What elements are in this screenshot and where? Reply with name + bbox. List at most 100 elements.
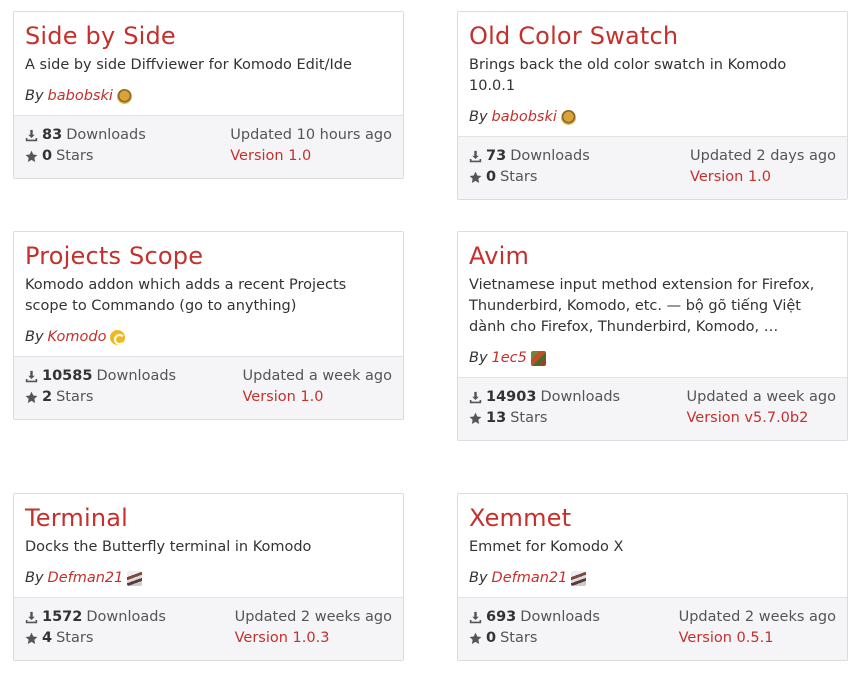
addon-meta: Updated 2 weeks ago Version 0.5.1 xyxy=(679,607,836,649)
stars-stat: 2 Stars xyxy=(25,387,176,408)
addon-meta: Updated 10 hours ago Version 1.0 xyxy=(230,125,392,167)
addon-card-old-color-swatch: Old Color Swatch Brings back the old col… xyxy=(457,11,848,200)
version-link[interactable]: Version 0.5.1 xyxy=(679,628,836,649)
addon-author: By Komodo xyxy=(25,326,392,348)
addon-author: By babobski xyxy=(469,106,836,128)
stars-stat: 0 Stars xyxy=(25,146,146,167)
author-avatar-icon[interactable] xyxy=(571,570,587,586)
addon-title-link[interactable]: Xemmet xyxy=(469,502,571,534)
author-link[interactable]: babobski xyxy=(492,109,557,125)
addon-author: By babobski xyxy=(25,85,392,107)
addon-meta: Updated a week ago Version v5.7.0b2 xyxy=(687,387,837,429)
author-link[interactable]: Defman21 xyxy=(492,570,568,586)
author-link[interactable]: 1ec5 xyxy=(492,350,527,366)
addon-title-link[interactable]: Terminal xyxy=(25,502,128,534)
addon-card-projects-scope: Projects Scope Komodo addon which adds a… xyxy=(13,231,404,420)
author-link[interactable]: Komodo xyxy=(48,329,107,345)
stars-stat: 13 Stars xyxy=(469,408,620,429)
card-footer: 693 Downloads 0 Stars Updated 2 weeks ag… xyxy=(458,597,847,660)
download-icon xyxy=(25,370,38,383)
addon-description: Brings back the old color swatch in Komo… xyxy=(469,57,787,94)
addon-description: Vietnamese input method extension for Fi… xyxy=(469,277,815,335)
by-label: By xyxy=(25,88,44,104)
card-body: Terminal Docks the Butterfly terminal in… xyxy=(14,494,403,597)
stars-count: 2 xyxy=(42,389,53,405)
star-icon xyxy=(469,171,482,183)
downloads-stat: 10585 Downloads xyxy=(25,366,176,387)
addon-stats: 10585 Downloads 2 Stars xyxy=(25,366,176,408)
addon-description: Docks the Butterfly terminal in Komodo xyxy=(25,539,312,555)
stars-label: Stars xyxy=(500,630,538,646)
card-footer: 73 Downloads 0 Stars Updated 2 days ago … xyxy=(458,136,847,199)
card-body: Old Color Swatch Brings back the old col… xyxy=(458,12,847,136)
addon-card-side-by-side: Side by Side A side by side Diffviewer f… xyxy=(13,11,404,179)
author-link[interactable]: Defman21 xyxy=(48,570,124,586)
addon-stats: 693 Downloads 0 Stars xyxy=(469,607,600,649)
addon-description: Komodo addon which adds a recent Project… xyxy=(25,277,347,314)
addon-title-link[interactable]: Projects Scope xyxy=(25,240,203,272)
card-footer: 10585 Downloads 2 Stars Updated a week a… xyxy=(14,356,403,419)
version-link[interactable]: Version 1.0 xyxy=(243,387,393,408)
stars-label: Stars xyxy=(56,630,94,646)
author-avatar-icon[interactable] xyxy=(116,88,132,104)
version-link[interactable]: Version 1.0 xyxy=(230,146,392,167)
author-avatar-icon[interactable] xyxy=(530,350,546,366)
updated-text: Updated 2 weeks ago xyxy=(234,609,392,625)
addon-author: By Defman21 xyxy=(469,567,836,589)
card-body: Xemmet Emmet for Komodo X By Defman21 xyxy=(458,494,847,597)
version-link[interactable]: Version 1.0.3 xyxy=(235,628,392,649)
addon-author: By Defman21 xyxy=(25,567,392,589)
card-footer: 14903 Downloads 13 Stars Updated a week … xyxy=(458,377,847,440)
downloads-label: Downloads xyxy=(520,609,600,625)
addon-title-link[interactable]: Old Color Swatch xyxy=(469,20,678,52)
addon-stats: 73 Downloads 0 Stars xyxy=(469,146,590,188)
addon-stats: 83 Downloads 0 Stars xyxy=(25,125,146,167)
addon-description: A side by side Diffviewer for Komodo Edi… xyxy=(25,57,352,73)
version-link[interactable]: Version v5.7.0b2 xyxy=(687,408,837,429)
stars-count: 13 xyxy=(486,410,507,426)
by-label: By xyxy=(469,350,488,366)
addon-description: Emmet for Komodo X xyxy=(469,539,624,555)
download-icon xyxy=(469,150,482,163)
version-link[interactable]: Version 1.0 xyxy=(690,167,836,188)
stars-label: Stars xyxy=(56,389,94,405)
downloads-count: 10585 xyxy=(42,368,93,384)
download-icon xyxy=(469,611,482,624)
by-label: By xyxy=(25,329,44,345)
star-icon xyxy=(469,632,482,644)
stars-stat: 0 Stars xyxy=(469,167,590,188)
stars-label: Stars xyxy=(56,148,94,164)
by-label: By xyxy=(25,570,44,586)
author-link[interactable]: babobski xyxy=(48,88,113,104)
addon-stats: 1572 Downloads 4 Stars xyxy=(25,607,166,649)
downloads-label: Downloads xyxy=(66,127,146,143)
author-avatar-icon[interactable] xyxy=(127,570,143,586)
addon-meta: Updated a week ago Version 1.0 xyxy=(243,366,393,408)
downloads-stat: 73 Downloads xyxy=(469,146,590,167)
star-icon xyxy=(25,150,38,162)
downloads-stat: 693 Downloads xyxy=(469,607,600,628)
downloads-stat: 83 Downloads xyxy=(25,125,146,146)
card-body: Projects Scope Komodo addon which adds a… xyxy=(14,232,403,356)
addon-title-link[interactable]: Side by Side xyxy=(25,20,176,52)
downloads-count: 14903 xyxy=(486,389,537,405)
addon-title-link[interactable]: Avim xyxy=(469,240,529,272)
addon-card-terminal: Terminal Docks the Butterfly terminal in… xyxy=(13,493,404,661)
download-icon xyxy=(469,391,482,404)
author-avatar-icon[interactable] xyxy=(560,109,576,125)
addon-card-avim: Avim Vietnamese input method extension f… xyxy=(457,231,848,441)
stars-count: 4 xyxy=(42,630,53,646)
author-avatar-icon[interactable] xyxy=(110,329,126,345)
downloads-count: 73 xyxy=(486,148,507,164)
card-body: Side by Side A side by side Diffviewer f… xyxy=(14,12,403,115)
downloads-count: 693 xyxy=(486,609,517,625)
download-icon xyxy=(25,129,38,142)
by-label: By xyxy=(469,570,488,586)
stars-count: 0 xyxy=(42,148,53,164)
stars-stat: 0 Stars xyxy=(469,628,600,649)
downloads-stat: 14903 Downloads xyxy=(469,387,620,408)
addon-stats: 14903 Downloads 13 Stars xyxy=(469,387,620,429)
stars-count: 0 xyxy=(486,630,497,646)
downloads-count: 1572 xyxy=(42,609,83,625)
addon-meta: Updated 2 weeks ago Version 1.0.3 xyxy=(235,607,392,649)
